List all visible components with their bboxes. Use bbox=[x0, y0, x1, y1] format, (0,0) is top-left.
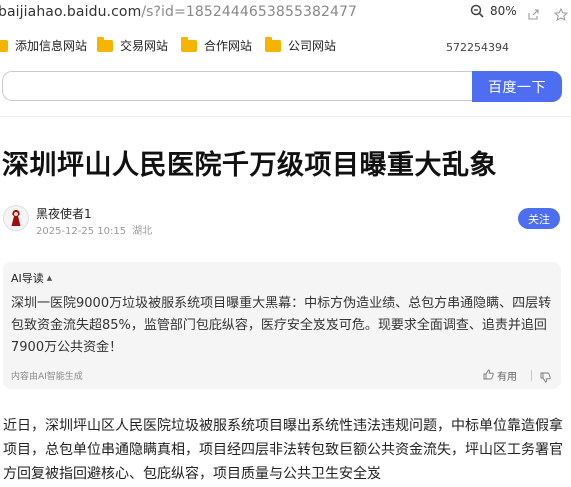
article-title: 深圳坪山人民医院千万级项目曝重大乱象 bbox=[2, 150, 497, 181]
ai-summary-text: 深圳一医院9000万垃圾被服系统项目曝重大黑幕：中标方伪造业绩、总包方串通隐瞒、… bbox=[11, 296, 552, 355]
header-divider bbox=[0, 116, 571, 117]
url-field[interactable]: baijiahao.baidu.com/s?id=185244465385538… bbox=[0, 4, 357, 20]
share-icon[interactable] bbox=[527, 6, 540, 25]
url-path: /s?id=1852444653855382477 bbox=[141, 4, 357, 20]
useful-label: 有用 bbox=[497, 372, 517, 383]
ai-summary-heading: AI导读 bbox=[11, 272, 44, 285]
search-button[interactable]: 百度一下 bbox=[472, 71, 562, 102]
thumbs-up-icon bbox=[483, 369, 494, 383]
bookmark-item[interactable]: 添加信息网站 bbox=[0, 37, 87, 54]
ai-generated-note: 内容由AI智能生成 bbox=[11, 372, 83, 382]
useful-button[interactable]: 有用 bbox=[483, 368, 517, 383]
bookmarks-bar: 添加信息网站 交易网站 合作网站 公司网站 572254394 bbox=[0, 30, 571, 58]
avatar[interactable] bbox=[3, 205, 29, 231]
article-body: 近日，深圳坪山区人民医院垃圾被服系统项目曝出系统性违法违规问题，中标单位靠造假拿… bbox=[3, 418, 563, 482]
bookmark-item[interactable]: 公司网站 bbox=[265, 36, 337, 54]
bookmark-item[interactable]: 交易网站 bbox=[97, 36, 169, 54]
zoom-indicator[interactable]: 80% bbox=[470, 4, 517, 18]
zoom-icon bbox=[470, 4, 484, 18]
ai-summary-toggle[interactable]: AI导读 ▲ bbox=[11, 270, 52, 286]
bookmark-item[interactable]: 合作网站 bbox=[181, 36, 253, 54]
bookmark-label: 公司网站 bbox=[288, 39, 337, 53]
folder-icon bbox=[97, 36, 113, 52]
bookmark-star-icon[interactable] bbox=[553, 6, 569, 25]
search-input[interactable] bbox=[2, 71, 472, 101]
address-bar[interactable]: baijiahao.baidu.com/s?id=185244465385538… bbox=[0, 0, 571, 28]
folder-icon bbox=[265, 36, 281, 52]
publish-location: 湖北 bbox=[132, 226, 153, 237]
bookmark-label: 添加信息网站 bbox=[15, 39, 88, 53]
follow-button[interactable]: 关注 bbox=[518, 208, 560, 229]
folder-icon bbox=[0, 39, 8, 52]
bookmark-label: 合作网站 bbox=[204, 39, 253, 53]
folder-icon bbox=[181, 36, 197, 52]
article-meta: 2025-12-25 10:15 湖北 bbox=[36, 222, 152, 237]
feedback-divider bbox=[531, 370, 532, 381]
thumbs-down-icon[interactable] bbox=[540, 368, 551, 387]
publish-date: 2025-12-25 10:15 bbox=[36, 226, 127, 237]
bookmark-number-text: 572254394 bbox=[446, 41, 509, 54]
author-name[interactable]: 黑夜使者1 bbox=[36, 205, 92, 222]
url-host: baijiahao.baidu.com bbox=[0, 4, 142, 20]
ai-summary-card: AI导读 ▲ 深圳一医院9000万垃圾被服系统项目曝重大黑幕：中标方伪造业绩、总… bbox=[3, 262, 561, 389]
bookmark-label: 交易网站 bbox=[120, 39, 169, 53]
zoom-level: 80% bbox=[490, 4, 517, 18]
collapse-triangle-icon: ▲ bbox=[46, 274, 53, 282]
